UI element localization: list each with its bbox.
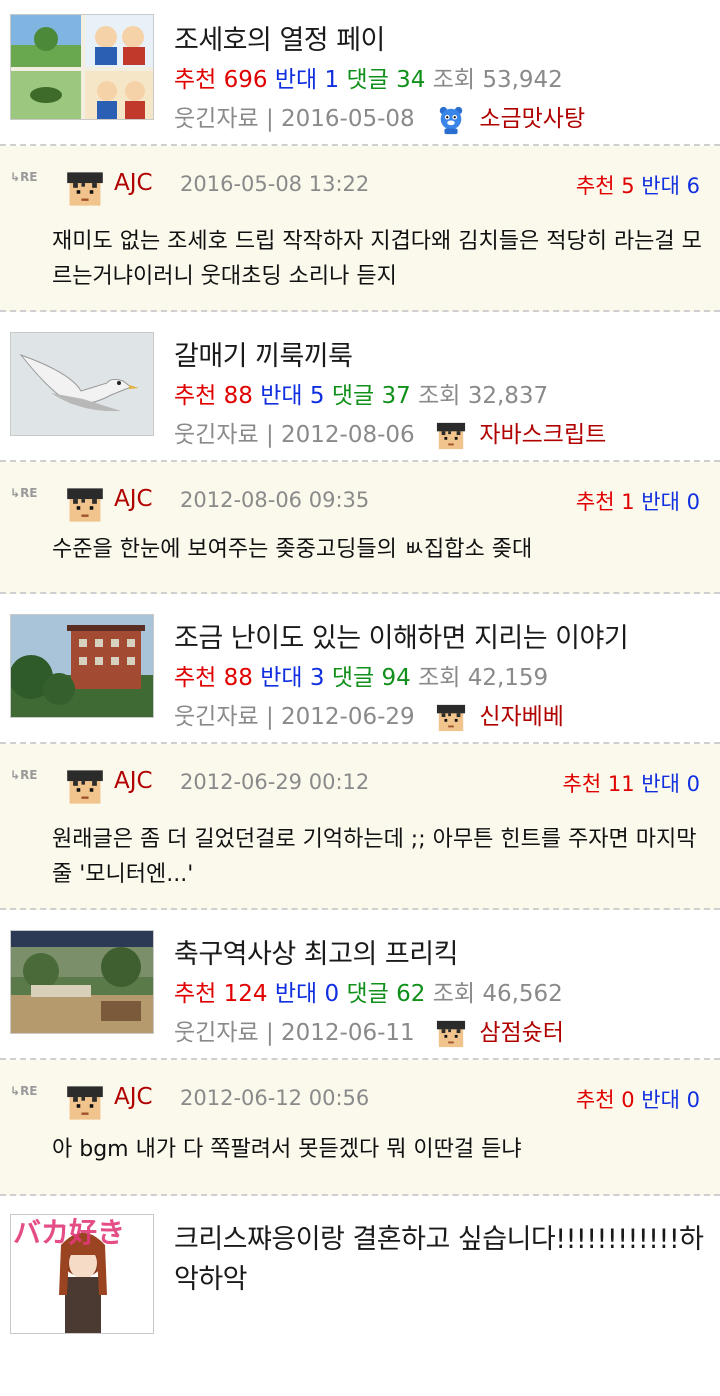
reply-votes: 추천 11 반대 0 xyxy=(562,772,700,796)
reply-item: ↳RE AJC 2012-06-12 00:56 추천 0 반대 0 아 bgm… xyxy=(0,1060,720,1196)
reply-author[interactable]: AJC xyxy=(114,486,153,512)
oppose-label: 반대 xyxy=(274,67,318,93)
views-count: 32,837 xyxy=(467,383,549,409)
reply-datetime: 2012-08-06 09:35 xyxy=(180,488,370,512)
pixel-face-icon xyxy=(66,1084,104,1122)
post-stats: 추천 88 반대 3 댓글 94 조회 42,159 xyxy=(174,665,549,691)
post-category: 웃긴자료 xyxy=(174,704,259,730)
reply-votes: 추천 5 반대 6 xyxy=(576,170,700,200)
post-category: 웃긴자료 xyxy=(174,106,259,132)
post-stats: 추천 88 반대 5 댓글 37 조회 32,837 xyxy=(174,383,549,409)
reply-datetime: 2016-05-08 13:22 xyxy=(180,172,370,196)
recommend-count: 124 xyxy=(223,981,268,1007)
reply-author[interactable]: AJC xyxy=(114,768,153,794)
post-thumbnail[interactable] xyxy=(10,614,154,718)
post-item[interactable]: バカ好き 크리스쨔응이랑 결혼하고 싶습니다!!!!!!!!!!!!하 악하악 xyxy=(0,1196,720,1396)
recommend-count: 5 xyxy=(621,174,635,198)
reply-item: ↳RE AJC 2016-05-08 13:22 추천 5 반대 6 재미도 없… xyxy=(0,146,720,312)
recommend-label: 추천 xyxy=(575,174,615,198)
oppose-label: 반대 xyxy=(641,174,680,198)
reply-text: 원래글은 좀 더 길었던걸로 기억하는데 ;; 아무튼 힌트를 주자면 마지막줄… xyxy=(52,827,697,887)
reply-text: 수준을 한눈에 보여주는 좆중고딩들의 ㅄ집합소 좆대 xyxy=(52,537,533,562)
post-thumbnail[interactable]: バカ好き xyxy=(10,1214,154,1334)
recommend-count: 88 xyxy=(223,383,253,409)
post-author[interactable]: 자바스크립트 xyxy=(479,422,606,448)
reply-text: 아 bgm 내가 다 쪽팔려서 못듣겠다 뭐 이딴걸 듣냐 xyxy=(52,1137,522,1162)
reply-item: ↳RE AJC 2012-06-29 00:12 추천 11 반대 0 원래글은… xyxy=(0,744,720,910)
post-item[interactable]: 조세호의 열정 페이 추천 696 반대 1 댓글 34 조회 53,942 웃… xyxy=(0,0,720,146)
post-title[interactable]: 조금 난이도 있는 이해하면 지리는 이야기 xyxy=(174,616,629,655)
post-item[interactable]: 갈매기 끼룩끼룩 추천 88 반대 5 댓글 37 조회 32,837 웃긴자료… xyxy=(0,312,720,462)
oppose-count: 0 xyxy=(324,981,340,1007)
oppose-count: 0 xyxy=(686,772,700,796)
post-date: 2012-08-06 xyxy=(281,422,415,448)
oppose-count: 1 xyxy=(324,67,340,93)
post-author[interactable]: 삼점슛터 xyxy=(479,1020,564,1046)
post-date: 2012-06-29 xyxy=(281,704,415,730)
oppose-count: 3 xyxy=(309,665,325,691)
reply-text: 재미도 없는 조세호 드립 작작하자 지겹다왜 김치들은 적당히 라는걸 모르는… xyxy=(52,229,702,289)
blue-bear-icon xyxy=(436,105,466,135)
post-meta: 웃긴자료 | 2016-05-08 소금맛사탕 xyxy=(174,99,585,135)
oppose-count: 0 xyxy=(686,490,700,514)
comments-count: 94 xyxy=(381,665,411,691)
oppose-count: 6 xyxy=(686,174,700,198)
comments-count: 37 xyxy=(381,383,411,409)
reply-author[interactable]: AJC xyxy=(114,170,153,196)
reply-datetime: 2012-06-12 00:56 xyxy=(180,1086,370,1110)
recommend-count: 0 xyxy=(621,1088,635,1112)
reply-votes: 추천 0 반대 0 xyxy=(575,1088,700,1112)
comments-count: 34 xyxy=(396,67,426,93)
post-thumbnail[interactable] xyxy=(10,930,154,1034)
post-category: 웃긴자료 xyxy=(174,1020,259,1046)
post-date: 2016-05-08 xyxy=(281,106,415,132)
thumbnail-side-text: バカ好き xyxy=(13,1216,126,1249)
reply-author[interactable]: AJC xyxy=(114,1084,153,1110)
pixel-face-icon xyxy=(436,703,466,733)
reply-arrow-icon: ↳RE xyxy=(10,768,38,782)
reply-datetime: 2012-06-29 00:12 xyxy=(180,770,370,794)
reply-votes: 추천 1 반대 0 xyxy=(575,490,700,514)
pixel-face-icon xyxy=(436,421,466,451)
post-item[interactable]: 조금 난이도 있는 이해하면 지리는 이야기 추천 88 반대 3 댓글 94 … xyxy=(0,594,720,744)
comments-count: 62 xyxy=(396,981,426,1007)
post-title[interactable]: 축구역사상 최고의 프리킥 xyxy=(174,932,458,971)
comments-label: 댓글 xyxy=(346,67,389,93)
views-count: 46,562 xyxy=(482,981,563,1007)
post-stats: 추천 124 반대 0 댓글 62 조회 46,562 xyxy=(174,981,563,1007)
recommend-count: 11 xyxy=(607,772,635,796)
pixel-face-icon xyxy=(66,170,104,208)
reply-arrow-icon: ↳RE xyxy=(10,1084,38,1098)
views-count: 42,159 xyxy=(467,665,549,691)
post-meta: 웃긴자료 | 2012-06-11 삼점슛터 xyxy=(174,1013,564,1049)
post-author[interactable]: 신자베베 xyxy=(479,704,564,730)
recommend-label: 추천 xyxy=(174,67,217,93)
reply-arrow-icon: ↳RE xyxy=(10,486,38,500)
reply-arrow-icon: ↳RE xyxy=(10,170,38,184)
post-meta: 웃긴자료 | 2012-08-06 자바스크립트 xyxy=(174,415,606,451)
pixel-face-icon xyxy=(66,486,104,524)
post-title[interactable]: 크리스쨔응이랑 결혼하고 싶습니다!!!!!!!!!!!!하 악하악 xyxy=(174,1220,704,1300)
post-item[interactable]: 축구역사상 최고의 프리킥 추천 124 반대 0 댓글 62 조회 46,56… xyxy=(0,910,720,1060)
post-stats: 추천 696 반대 1 댓글 34 조회 53,942 xyxy=(174,60,563,94)
recommend-count: 1 xyxy=(621,490,635,514)
post-category: 웃긴자료 xyxy=(174,422,259,448)
oppose-count: 0 xyxy=(686,1088,700,1112)
recommend-count: 88 xyxy=(223,665,253,691)
recommend-count: 696 xyxy=(223,67,268,93)
post-date: 2012-06-11 xyxy=(281,1020,415,1046)
post-meta: 웃긴자료 | 2012-06-29 신자베베 xyxy=(174,697,564,733)
oppose-count: 5 xyxy=(309,383,325,409)
post-title[interactable]: 갈매기 끼룩끼룩 xyxy=(174,334,353,373)
views-label: 조회 xyxy=(432,67,476,93)
post-thumbnail[interactable] xyxy=(10,332,154,436)
post-author[interactable]: 소금맛사탕 xyxy=(479,106,585,132)
pixel-face-icon xyxy=(66,768,104,806)
post-thumbnail[interactable] xyxy=(10,14,154,120)
reply-item: ↳RE AJC 2012-08-06 09:35 추천 1 반대 0 수준을 한… xyxy=(0,462,720,594)
pixel-face-icon xyxy=(436,1019,466,1049)
views-count: 53,942 xyxy=(482,67,563,93)
post-title[interactable]: 조세호의 열정 페이 xyxy=(174,18,385,57)
